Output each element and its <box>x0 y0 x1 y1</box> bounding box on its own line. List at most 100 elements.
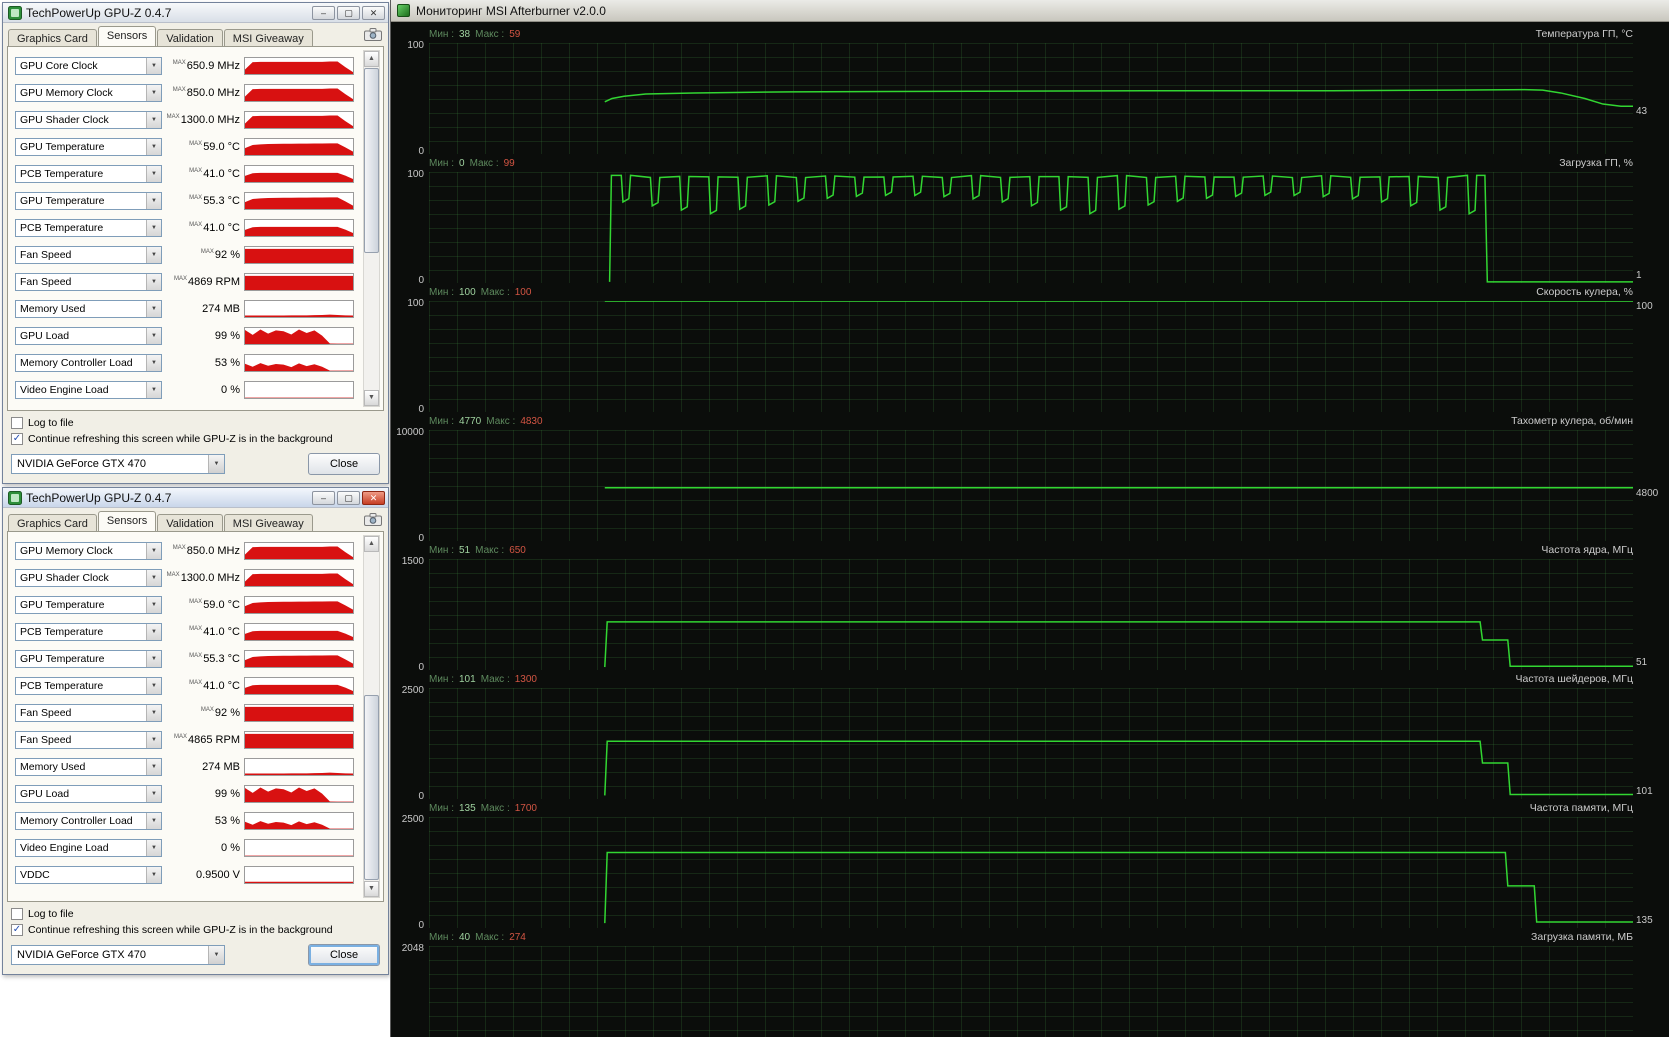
titlebar[interactable]: TechPowerUp GPU-Z 0.4.7 – ▢ ✕ <box>3 3 388 23</box>
titlebar[interactable]: TechPowerUp GPU-Z 0.4.7 – ▢ ✕ <box>3 488 388 508</box>
sensor-select[interactable]: Memory Controller Load ▼ <box>15 353 162 372</box>
camera-icon[interactable] <box>364 513 382 526</box>
axis-top-label: 100 <box>407 169 424 180</box>
minimize-button[interactable]: – <box>312 5 335 20</box>
sensor-name: GPU Shader Clock <box>20 113 109 126</box>
sensor-select[interactable]: GPU Temperature ▼ <box>15 649 162 668</box>
sensor-select[interactable]: GPU Shader Clock ▼ <box>15 568 162 587</box>
scroll-down-icon[interactable]: ▼ <box>364 390 379 406</box>
sensor-select[interactable]: Memory Controller Load ▼ <box>15 811 162 830</box>
tab-validation[interactable]: Validation <box>157 514 223 532</box>
tab-graphics-card[interactable]: Graphics Card <box>8 514 97 532</box>
scroll-thumb[interactable] <box>364 695 379 880</box>
sensor-select[interactable]: PCB Temperature ▼ <box>15 622 162 641</box>
scrollbar[interactable]: ▲ ▼ <box>363 50 380 407</box>
maximize-button[interactable]: ▢ <box>337 490 360 505</box>
close-icon[interactable]: ✕ <box>362 5 385 20</box>
close-icon[interactable]: ✕ <box>362 490 385 505</box>
sensor-select[interactable]: VDDC ▼ <box>15 865 162 884</box>
close-button[interactable]: Close <box>308 453 380 475</box>
chevron-down-icon[interactable]: ▼ <box>146 569 161 586</box>
chevron-down-icon[interactable]: ▼ <box>208 946 224 964</box>
scrollbar[interactable]: ▲ ▼ <box>363 535 380 898</box>
chevron-down-icon[interactable]: ▼ <box>146 542 161 559</box>
sensor-select[interactable]: GPU Load ▼ <box>15 326 162 345</box>
chevron-down-icon[interactable]: ▼ <box>146 758 161 775</box>
sensor-select[interactable]: GPU Load ▼ <box>15 784 162 803</box>
continue-refreshing-checkbox[interactable]: ✓ Continue refreshing this screen while … <box>11 433 380 445</box>
scroll-thumb[interactable] <box>364 68 379 253</box>
sensor-select[interactable]: GPU Core Clock ▼ <box>15 56 162 75</box>
sensor-select[interactable]: Fan Speed ▼ <box>15 272 162 291</box>
sensor-select[interactable]: GPU Shader Clock ▼ <box>15 110 162 129</box>
chevron-down-icon[interactable]: ▼ <box>146 354 161 371</box>
camera-icon[interactable] <box>364 28 382 41</box>
chevron-down-icon[interactable]: ▼ <box>146 246 161 263</box>
chevron-down-icon[interactable]: ▼ <box>146 731 161 748</box>
sensor-select[interactable]: PCB Temperature ▼ <box>15 164 162 183</box>
chevron-down-icon[interactable]: ▼ <box>146 677 161 694</box>
scroll-up-icon[interactable]: ▲ <box>364 51 379 67</box>
continue-refreshing-checkbox[interactable]: ✓ Continue refreshing this screen while … <box>11 924 380 936</box>
chevron-down-icon[interactable]: ▼ <box>208 455 224 473</box>
sensor-select[interactable]: Memory Used ▼ <box>15 757 162 776</box>
chevron-down-icon[interactable]: ▼ <box>146 839 161 856</box>
minimize-button[interactable]: – <box>312 490 335 505</box>
log-to-file-checkbox[interactable]: Log to file <box>11 417 380 429</box>
checkbox-box[interactable] <box>11 908 23 920</box>
chevron-down-icon[interactable]: ▼ <box>146 866 161 883</box>
tab-sensors[interactable]: Sensors <box>97 511 157 531</box>
chevron-down-icon[interactable]: ▼ <box>146 623 161 640</box>
chevron-down-icon[interactable]: ▼ <box>146 812 161 829</box>
chevron-down-icon[interactable]: ▼ <box>146 785 161 802</box>
sensor-select[interactable]: GPU Memory Clock ▼ <box>15 83 162 102</box>
chevron-down-icon[interactable]: ▼ <box>146 327 161 344</box>
current-value: 43 <box>1636 106 1648 118</box>
sensor-select[interactable]: Fan Speed ▼ <box>15 245 162 264</box>
chevron-down-icon[interactable]: ▼ <box>146 111 161 128</box>
tab-msi-giveaway[interactable]: MSI Giveaway <box>223 514 313 532</box>
gpu-selector[interactable]: NVIDIA GeForce GTX 470 ▼ <box>11 454 225 474</box>
panel-current-column: 51 <box>1633 559 1669 670</box>
sensor-select[interactable]: GPU Memory Clock ▼ <box>15 541 162 560</box>
sensor-select[interactable]: Video Engine Load ▼ <box>15 838 162 857</box>
chevron-down-icon[interactable]: ▼ <box>146 381 161 398</box>
chevron-down-icon[interactable]: ▼ <box>146 704 161 721</box>
sensor-select[interactable]: GPU Temperature ▼ <box>15 191 162 210</box>
checkbox-box[interactable] <box>11 417 23 429</box>
max-tag: MAX <box>189 194 203 201</box>
log-to-file-checkbox[interactable]: Log to file <box>11 908 380 920</box>
tab-sensors[interactable]: Sensors <box>97 26 157 46</box>
tab-msi-giveaway[interactable]: MSI Giveaway <box>223 29 313 47</box>
chevron-down-icon[interactable]: ▼ <box>146 84 161 101</box>
max-tag: MAX <box>189 167 203 174</box>
chevron-down-icon[interactable]: ▼ <box>146 300 161 317</box>
maximize-button[interactable]: ▢ <box>337 5 360 20</box>
chevron-down-icon[interactable]: ▼ <box>146 596 161 613</box>
afterburner-titlebar[interactable]: Мониторинг MSI Afterburner v2.0.0 <box>391 0 1669 22</box>
tab-graphics-card[interactable]: Graphics Card <box>8 29 97 47</box>
chevron-down-icon[interactable]: ▼ <box>146 165 161 182</box>
scroll-down-icon[interactable]: ▼ <box>364 881 379 897</box>
sensor-select[interactable]: PCB Temperature ▼ <box>15 218 162 237</box>
chevron-down-icon[interactable]: ▼ <box>146 138 161 155</box>
checkbox-box-checked[interactable]: ✓ <box>11 924 23 936</box>
chevron-down-icon[interactable]: ▼ <box>146 650 161 667</box>
tab-validation[interactable]: Validation <box>157 29 223 47</box>
checkbox-box-checked[interactable]: ✓ <box>11 433 23 445</box>
chevron-down-icon[interactable]: ▼ <box>146 219 161 236</box>
sensor-select[interactable]: GPU Temperature ▼ <box>15 137 162 156</box>
sensor-select[interactable]: Video Engine Load ▼ <box>15 380 162 399</box>
chevron-down-icon[interactable]: ▼ <box>146 192 161 209</box>
sensor-select[interactable]: Fan Speed ▼ <box>15 703 162 722</box>
sensor-select[interactable]: GPU Temperature ▼ <box>15 595 162 614</box>
chevron-down-icon[interactable]: ▼ <box>146 273 161 290</box>
gpu-selector[interactable]: NVIDIA GeForce GTX 470 ▼ <box>11 945 225 965</box>
chevron-down-icon[interactable]: ▼ <box>146 57 161 74</box>
sensor-name: GPU Temperature <box>20 140 105 153</box>
sensor-select[interactable]: PCB Temperature ▼ <box>15 676 162 695</box>
scroll-up-icon[interactable]: ▲ <box>364 536 379 552</box>
sensor-select[interactable]: Memory Used ▼ <box>15 299 162 318</box>
sensor-select[interactable]: Fan Speed ▼ <box>15 730 162 749</box>
close-button[interactable]: Close <box>308 944 380 966</box>
